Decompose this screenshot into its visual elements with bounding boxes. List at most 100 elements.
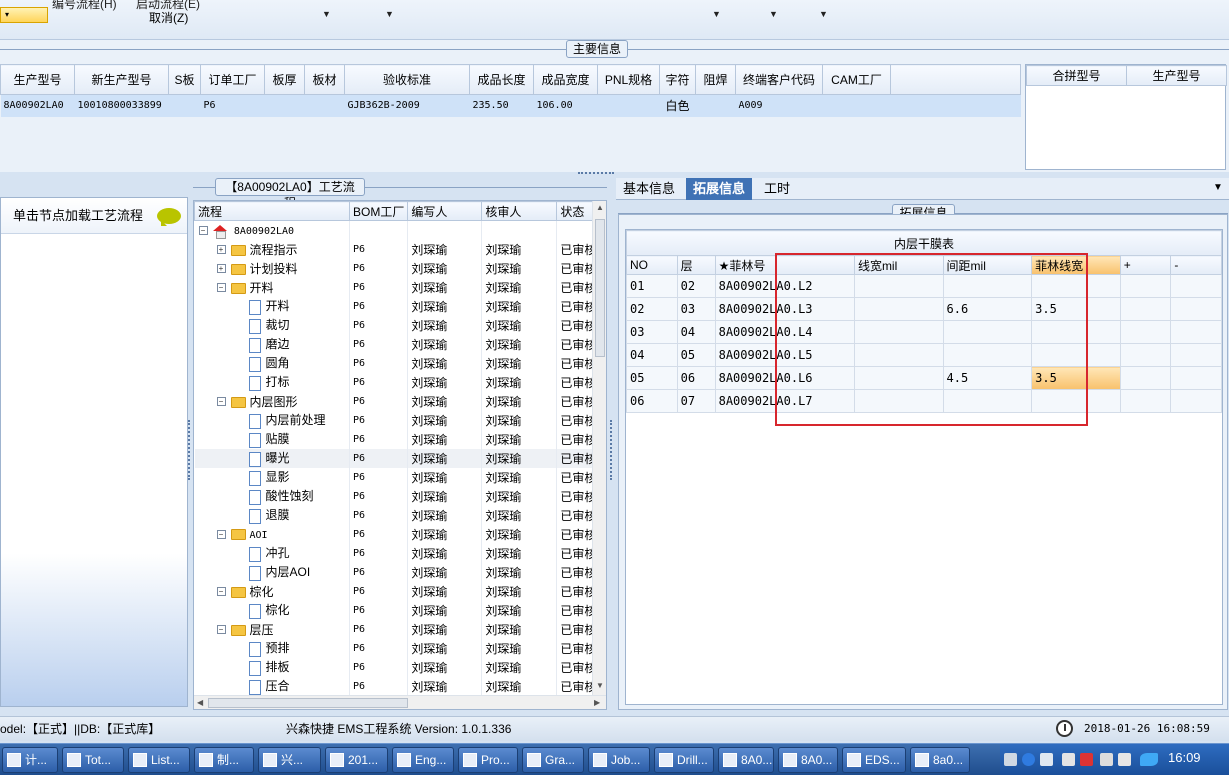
scroll-down-icon[interactable]: ▼ (596, 681, 604, 690)
tree-row[interactable]: 内层AOI P6 刘琛瑜 刘琛瑜 已审核 (194, 562, 601, 582)
tree-row[interactable]: 圆角 P6 刘琛瑜 刘琛瑜 已审核 (194, 353, 601, 373)
taskbar-button[interactable]: Tot... (62, 747, 124, 773)
taskbar-button[interactable]: 201... (325, 747, 388, 773)
table-cell[interactable]: 02 (676, 274, 716, 298)
scroll-thumb[interactable] (208, 698, 408, 708)
taskbar-button[interactable]: 兴... (258, 747, 321, 773)
expand-toggle-icon[interactable]: − (216, 396, 226, 406)
table-cell[interactable] (1119, 366, 1172, 390)
col-header-process[interactable]: 流程 (194, 201, 350, 221)
chevron-down-icon[interactable]: ▼ (1213, 182, 1223, 193)
main-col-header[interactable]: 成品宽度 (533, 64, 598, 95)
table-cell[interactable]: 03 (676, 297, 716, 321)
main-col-header[interactable]: 字符 (659, 64, 696, 95)
table-cell[interactable]: A009 (735, 94, 823, 117)
collapse-icon[interactable]: − (198, 226, 208, 235)
tree-row[interactable]: 打标 P6 刘琛瑜 刘琛瑜 已审核 (194, 372, 601, 392)
table-cell[interactable] (1119, 297, 1172, 321)
tree-row[interactable]: 裁切 P6 刘琛瑜 刘琛瑜 已审核 (194, 315, 601, 335)
main-col-header[interactable]: 板材 (304, 64, 345, 95)
table-cell[interactable]: 05 (626, 366, 678, 390)
tab-basic-info[interactable]: 基本信息 (616, 178, 682, 200)
main-col-header[interactable]: CAM工厂 (822, 64, 891, 95)
tree-row[interactable]: + 流程指示 P6 刘琛瑜 刘琛瑜 已审核 (194, 239, 601, 259)
scroll-up-icon[interactable]: ▲ (596, 203, 604, 212)
tree-row[interactable]: 贴膜 P6 刘琛瑜 刘琛瑜 已审核 (194, 429, 601, 449)
table-cell[interactable]: 04 (626, 343, 678, 367)
table-cell[interactable]: 10010800033899 (74, 94, 169, 117)
taskbar-button[interactable]: Eng... (392, 747, 454, 773)
table-cell[interactable] (1170, 366, 1222, 390)
tree-row[interactable]: 排板 P6 刘琛瑜 刘琛瑜 已审核 (194, 657, 601, 677)
scroll-thumb[interactable] (595, 219, 605, 357)
table-cell[interactable] (822, 94, 891, 117)
tree-row[interactable]: 内层前处理 P6 刘琛瑜 刘琛瑜 已审核 (194, 410, 601, 430)
merge-col-header[interactable]: 生产型号 (1126, 65, 1227, 86)
table-cell[interactable] (264, 94, 305, 117)
toolbar-cut-label-1[interactable]: 编号流程(H) (52, 0, 117, 12)
mouse-icon[interactable] (1040, 753, 1053, 766)
table-cell[interactable]: 05 (676, 343, 716, 367)
tree-row[interactable]: 退膜 P6 刘琛瑜 刘琛瑜 已审核 (194, 505, 601, 525)
tab-extend-info[interactable]: 拓展信息 (686, 178, 753, 200)
tree-row[interactable]: − 开料 P6 刘琛瑜 刘琛瑜 已审核 (194, 277, 601, 297)
app-tray-icon[interactable] (1140, 753, 1158, 766)
taskbar-button[interactable]: 计... (2, 747, 58, 773)
tree-row[interactable]: − 内层图形 P6 刘琛瑜 刘琛瑜 已审核 (194, 391, 601, 411)
tree-row[interactable]: 酸性蚀刻 P6 刘琛瑜 刘琛瑜 已审核 (194, 486, 601, 506)
taskbar-button[interactable]: 8A0... (718, 747, 774, 773)
table-cell[interactable] (597, 94, 660, 117)
tree-row[interactable]: 压合 P6 刘琛瑜 刘琛瑜 已审核 (194, 676, 601, 696)
chevron-down-icon[interactable]: ▼ (385, 9, 394, 19)
main-col-header[interactable]: 终端客户代码 (735, 64, 823, 95)
splitter-handle[interactable] (578, 172, 614, 176)
table-cell[interactable]: 01 (626, 274, 678, 298)
table-cell[interactable]: GJB362B-2009 (344, 94, 470, 117)
col-header-writer[interactable]: 编写人 (407, 201, 483, 221)
chevron-down-icon[interactable]: ▼ (712, 9, 721, 19)
taskbar-button[interactable]: Gra... (522, 747, 584, 773)
col-header-reviewer[interactable]: 核审人 (481, 201, 558, 221)
tree-row[interactable]: − 层压 P6 刘琛瑜 刘琛瑜 已审核 (194, 619, 601, 639)
col-header-bom[interactable]: BOM工厂 (348, 201, 409, 221)
table-cell[interactable] (1119, 274, 1172, 298)
table-cell[interactable]: 106.00 (533, 94, 598, 117)
tree-row[interactable]: − AOI P6 刘琛瑜 刘琛瑜 已审核 (194, 524, 601, 544)
table-cell[interactable] (1170, 274, 1222, 298)
table-cell[interactable]: 06 (626, 389, 678, 413)
expand-toggle-icon[interactable]: − (216, 624, 226, 634)
main-col-header[interactable]: 成品长度 (469, 64, 534, 95)
chevron-down-icon[interactable]: ▼ (322, 9, 331, 19)
tree-row[interactable]: 开料 P6 刘琛瑜 刘琛瑜 已审核 (194, 296, 601, 316)
taskbar-button[interactable]: 8A0... (778, 747, 838, 773)
table-cell[interactable] (1119, 320, 1172, 344)
tree-row[interactable]: 显影 P6 刘琛瑜 刘琛瑜 已审核 (194, 467, 601, 487)
merge-col-header[interactable]: 合拼型号 (1026, 65, 1127, 86)
scroll-left-icon[interactable]: ◀ (197, 698, 203, 707)
tree-row[interactable]: 冲孔 P6 刘琛瑜 刘琛瑜 已审核 (194, 543, 601, 563)
taskbar-button[interactable]: Job... (588, 747, 650, 773)
expand-toggle-icon[interactable]: + (216, 244, 226, 254)
main-col-header[interactable]: 验收标准 (344, 64, 470, 95)
tab-work-hours[interactable]: 工时 (757, 178, 797, 200)
table-cell[interactable] (1119, 389, 1172, 413)
taskbar-button[interactable]: Pro... (458, 747, 518, 773)
chevron-down-icon[interactable]: ▼ (769, 9, 778, 19)
taskbar-button[interactable]: EDS... (842, 747, 906, 773)
table-cell[interactable] (1170, 297, 1222, 321)
network-icon[interactable] (1062, 753, 1075, 766)
inner-col-header[interactable]: + (1119, 255, 1172, 275)
table-cell[interactable]: P6 (200, 94, 265, 117)
volume-icon[interactable] (1100, 753, 1113, 766)
main-col-header[interactable]: 订单工厂 (200, 64, 265, 95)
taskbar-button[interactable]: 8a0... (910, 747, 970, 773)
table-cell[interactable] (168, 94, 201, 117)
splitter-handle[interactable] (610, 420, 613, 480)
taskbar-button[interactable]: 制... (194, 747, 254, 773)
alert-icon[interactable] (1080, 753, 1093, 766)
table-cell[interactable]: 235.50 (469, 94, 534, 117)
help-icon[interactable] (1022, 753, 1035, 766)
taskbar-button[interactable]: List... (128, 747, 190, 773)
horizontal-scrollbar[interactable]: ◀ ▶ (194, 695, 606, 709)
table-cell[interactable] (1170, 389, 1222, 413)
